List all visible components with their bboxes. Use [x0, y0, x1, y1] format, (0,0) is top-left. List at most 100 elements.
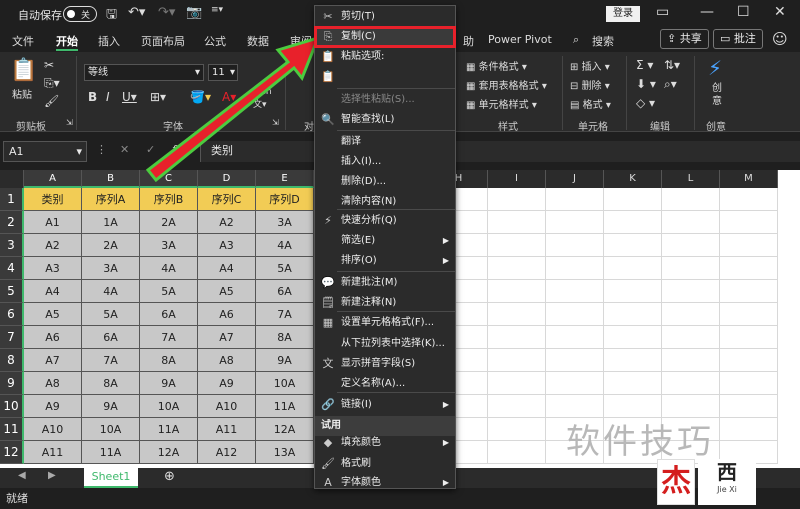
table-cell[interactable]: [604, 211, 662, 234]
table-cell[interactable]: [604, 234, 662, 257]
table-cell[interactable]: [604, 349, 662, 372]
table-cell[interactable]: [720, 257, 778, 280]
row-header-9[interactable]: 9: [0, 372, 24, 395]
table-cell[interactable]: 3A: [256, 211, 314, 234]
table-cell[interactable]: [720, 418, 778, 441]
row-header-6[interactable]: 6: [0, 303, 24, 326]
table-header-cell[interactable]: 类别: [24, 188, 82, 211]
paste-label[interactable]: 粘贴: [12, 86, 32, 101]
table-cell[interactable]: [488, 395, 546, 418]
conditional-format-button[interactable]: ▦ 条件格式 ▾: [466, 58, 527, 73]
table-cell[interactable]: [720, 234, 778, 257]
paste-option-icon[interactable]: 📋: [315, 67, 455, 89]
row-header-3[interactable]: 3: [0, 234, 24, 257]
menu-item[interactable]: 🗒 新建注释(N): [315, 293, 455, 313]
bold-icon[interactable]: B: [88, 90, 97, 104]
table-cell[interactable]: [662, 326, 720, 349]
fill-icon[interactable]: ⬇ ▾: [636, 77, 656, 91]
table-cell[interactable]: 11A: [256, 395, 314, 418]
sheet-tab-sheet1[interactable]: Sheet1: [84, 468, 138, 488]
table-cell[interactable]: 4A: [140, 257, 198, 280]
table-cell[interactable]: 12A: [256, 418, 314, 441]
column-header-M[interactable]: M: [720, 170, 778, 188]
table-cell[interactable]: 8A: [256, 326, 314, 349]
table-cell[interactable]: [662, 257, 720, 280]
table-cell[interactable]: 4A: [256, 234, 314, 257]
table-cell[interactable]: [604, 372, 662, 395]
table-header-cell[interactable]: 序列B: [140, 188, 198, 211]
table-cell[interactable]: 6A: [256, 280, 314, 303]
menu-item[interactable]: ▦ 设置单元格格式(F)...: [315, 313, 455, 333]
table-cell[interactable]: A12: [198, 441, 256, 464]
table-cell[interactable]: 3A: [82, 257, 140, 280]
menu-item[interactable]: 文显示拼音字段(S): [315, 354, 455, 374]
table-cell[interactable]: A8: [198, 349, 256, 372]
table-cell[interactable]: [546, 211, 604, 234]
table-cell[interactable]: [488, 188, 546, 211]
table-cell[interactable]: A9: [198, 372, 256, 395]
menu-item[interactable]: 🖌 格式刷: [315, 454, 455, 474]
table-cell[interactable]: A8: [24, 372, 82, 395]
table-cell[interactable]: A10: [198, 395, 256, 418]
table-header-cell[interactable]: 序列C: [198, 188, 256, 211]
find-select-icon[interactable]: ⌕▾: [664, 77, 677, 92]
search-icon[interactable]: ⌕: [573, 33, 579, 47]
row-header-10[interactable]: 10: [0, 395, 24, 418]
menu-item[interactable]: 筛选(E) ▶: [315, 231, 455, 251]
row-header-12[interactable]: 12: [0, 441, 24, 464]
table-cell[interactable]: 2A: [82, 234, 140, 257]
row-header-4[interactable]: 4: [0, 257, 24, 280]
tab-power-pivot[interactable]: Power Pivot: [488, 33, 552, 46]
table-cell[interactable]: 3A: [140, 234, 198, 257]
table-cell[interactable]: 6A: [140, 303, 198, 326]
table-cell[interactable]: [662, 234, 720, 257]
menu-item[interactable]: 💬 新建批注(M): [315, 273, 455, 293]
format-table-button[interactable]: ▦ 套用表格格式 ▾: [466, 77, 547, 92]
table-cell[interactable]: [662, 188, 720, 211]
ribbon-display-icon[interactable]: ▭: [656, 4, 669, 20]
customize-qat-icon[interactable]: ≡▾: [211, 5, 223, 15]
column-header-K[interactable]: K: [604, 170, 662, 188]
table-cell[interactable]: [546, 234, 604, 257]
table-cell[interactable]: A3: [24, 257, 82, 280]
table-cell[interactable]: 9A: [256, 349, 314, 372]
table-cell[interactable]: 13A: [256, 441, 314, 464]
table-cell[interactable]: 10A: [256, 372, 314, 395]
table-cell[interactable]: [488, 326, 546, 349]
table-cell[interactable]: [488, 234, 546, 257]
table-cell[interactable]: [488, 418, 546, 441]
table-cell[interactable]: [546, 257, 604, 280]
table-cell[interactable]: [720, 326, 778, 349]
table-cell[interactable]: [720, 395, 778, 418]
redo-icon[interactable]: ↷▾: [158, 5, 175, 20]
table-cell[interactable]: A11: [198, 418, 256, 441]
name-box[interactable]: A1 ▾: [3, 141, 87, 162]
menu-item[interactable]: A 字体颜色 ▶: [315, 473, 455, 493]
table-cell[interactable]: [662, 349, 720, 372]
close-icon[interactable]: ✕: [774, 4, 786, 20]
autosave-toggle[interactable]: 关: [63, 6, 97, 22]
table-cell[interactable]: 9A: [140, 372, 198, 395]
table-cell[interactable]: [720, 303, 778, 326]
table-cell[interactable]: 10A: [82, 418, 140, 441]
delete-cells-button[interactable]: ⊟ 删除 ▾: [570, 77, 610, 92]
table-cell[interactable]: 8A: [140, 349, 198, 372]
menu-item[interactable]: 删除(D)...: [315, 172, 455, 192]
sort-filter-icon[interactable]: ⇅▾: [664, 58, 680, 72]
undo-icon[interactable]: ↶▾: [128, 5, 145, 20]
menu-item[interactable]: 📋 粘贴选项:: [315, 47, 455, 67]
format-cells-button[interactable]: ▤ 格式 ▾: [570, 96, 611, 111]
table-cell[interactable]: A7: [24, 349, 82, 372]
row-header-5[interactable]: 5: [0, 280, 24, 303]
table-header-cell[interactable]: 序列A: [82, 188, 140, 211]
insert-cells-button[interactable]: ⊞ 插入 ▾: [570, 58, 610, 73]
table-cell[interactable]: [488, 441, 546, 464]
table-cell[interactable]: 11A: [140, 418, 198, 441]
table-cell[interactable]: [488, 257, 546, 280]
tab-home[interactable]: 开始: [56, 33, 78, 51]
dialog-launcher-icon[interactable]: ⇲: [66, 118, 73, 127]
table-cell[interactable]: [546, 326, 604, 349]
menu-item[interactable]: 选择性粘贴(S)...: [315, 90, 455, 110]
minimize-icon[interactable]: —: [700, 4, 714, 20]
table-cell[interactable]: 5A: [256, 257, 314, 280]
